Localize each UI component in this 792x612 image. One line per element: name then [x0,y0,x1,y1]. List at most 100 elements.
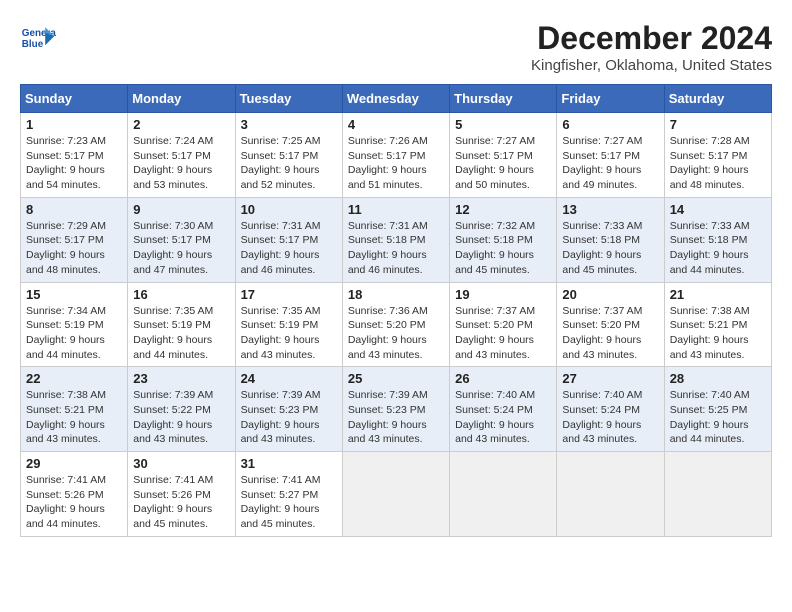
day-number: 19 [455,287,551,302]
day-detail: Sunrise: 7:37 AM Sunset: 5:20 PM Dayligh… [562,304,658,363]
header-row: SundayMondayTuesdayWednesdayThursdayFrid… [21,85,772,113]
calendar-cell: 20 Sunrise: 7:37 AM Sunset: 5:20 PM Dayli… [557,282,664,367]
day-detail: Sunrise: 7:35 AM Sunset: 5:19 PM Dayligh… [133,304,229,363]
day-detail: Sunrise: 7:40 AM Sunset: 5:25 PM Dayligh… [670,388,766,447]
day-number: 27 [562,371,658,386]
calendar-table: SundayMondayTuesdayWednesdayThursdayFrid… [20,84,772,537]
day-detail: Sunrise: 7:28 AM Sunset: 5:17 PM Dayligh… [670,134,766,193]
calendar-cell: 25 Sunrise: 7:39 AM Sunset: 5:23 PM Dayli… [342,367,449,452]
week-row-5: 29 Sunrise: 7:41 AM Sunset: 5:26 PM Dayli… [21,452,772,537]
calendar-cell [557,452,664,537]
calendar-body: 1Sunrise: 7:23 AM Sunset: 5:17 PM Daylig… [21,113,772,537]
day-detail: Sunrise: 7:41 AM Sunset: 5:27 PM Dayligh… [241,473,337,532]
day-number: 26 [455,371,551,386]
day-detail: Sunrise: 7:32 AM Sunset: 5:18 PM Dayligh… [455,219,551,278]
day-detail: Sunrise: 7:25 AM Sunset: 5:17 PM Dayligh… [241,134,337,193]
calendar-cell: 3 Sunrise: 7:25 AM Sunset: 5:17 PM Daylig… [235,113,342,198]
day-number: 25 [348,371,444,386]
day-detail: Sunrise: 7:29 AM Sunset: 5:17 PM Dayligh… [26,219,122,278]
day-number: 10 [241,202,337,217]
calendar-cell: 1Sunrise: 7:23 AM Sunset: 5:17 PM Daylig… [21,113,128,198]
day-number: 29 [26,456,122,471]
day-detail: Sunrise: 7:27 AM Sunset: 5:17 PM Dayligh… [562,134,658,193]
calendar-cell: 7 Sunrise: 7:28 AM Sunset: 5:17 PM Daylig… [664,113,771,198]
calendar-cell: 30 Sunrise: 7:41 AM Sunset: 5:26 PM Dayli… [128,452,235,537]
day-number: 28 [670,371,766,386]
day-detail: Sunrise: 7:39 AM Sunset: 5:23 PM Dayligh… [348,388,444,447]
col-header-monday: Monday [128,85,235,113]
day-detail: Sunrise: 7:36 AM Sunset: 5:20 PM Dayligh… [348,304,444,363]
calendar-cell: 31 Sunrise: 7:41 AM Sunset: 5:27 PM Dayli… [235,452,342,537]
day-detail: Sunrise: 7:41 AM Sunset: 5:26 PM Dayligh… [133,473,229,532]
day-detail: Sunrise: 7:23 AM Sunset: 5:17 PM Dayligh… [26,134,122,193]
day-detail: Sunrise: 7:39 AM Sunset: 5:23 PM Dayligh… [241,388,337,447]
calendar-cell [664,452,771,537]
day-detail: Sunrise: 7:38 AM Sunset: 5:21 PM Dayligh… [26,388,122,447]
day-number: 14 [670,202,766,217]
col-header-saturday: Saturday [664,85,771,113]
day-detail: Sunrise: 7:37 AM Sunset: 5:20 PM Dayligh… [455,304,551,363]
day-detail: Sunrise: 7:41 AM Sunset: 5:26 PM Dayligh… [26,473,122,532]
col-header-sunday: Sunday [21,85,128,113]
day-number: 9 [133,202,229,217]
calendar-cell: 11Sunrise: 7:31 AM Sunset: 5:18 PM Dayli… [342,197,449,282]
calendar-cell: 24Sunrise: 7:39 AM Sunset: 5:23 PM Dayli… [235,367,342,452]
calendar-cell: 21Sunrise: 7:38 AM Sunset: 5:21 PM Dayli… [664,282,771,367]
calendar-cell: 12 Sunrise: 7:32 AM Sunset: 5:18 PM Dayli… [450,197,557,282]
calendar-cell: 29 Sunrise: 7:41 AM Sunset: 5:26 PM Dayli… [21,452,128,537]
calendar-cell [450,452,557,537]
day-number: 23 [133,371,229,386]
day-number: 12 [455,202,551,217]
calendar-cell: 17Sunrise: 7:35 AM Sunset: 5:19 PM Dayli… [235,282,342,367]
day-detail: Sunrise: 7:24 AM Sunset: 5:17 PM Dayligh… [133,134,229,193]
calendar-cell: 10Sunrise: 7:31 AM Sunset: 5:17 PM Dayli… [235,197,342,282]
day-detail: Sunrise: 7:40 AM Sunset: 5:24 PM Dayligh… [562,388,658,447]
day-number: 31 [241,456,337,471]
calendar-cell: 22 Sunrise: 7:38 AM Sunset: 5:21 PM Dayli… [21,367,128,452]
subtitle: Kingfisher, Oklahoma, United States [531,57,772,74]
calendar-cell: 27 Sunrise: 7:40 AM Sunset: 5:24 PM Dayli… [557,367,664,452]
calendar-cell: 2 Sunrise: 7:24 AM Sunset: 5:17 PM Daylig… [128,113,235,198]
week-row-2: 8Sunrise: 7:29 AM Sunset: 5:17 PM Daylig… [21,197,772,282]
week-row-3: 15Sunrise: 7:34 AM Sunset: 5:19 PM Dayli… [21,282,772,367]
day-number: 2 [133,117,229,132]
calendar-cell: 8Sunrise: 7:29 AM Sunset: 5:17 PM Daylig… [21,197,128,282]
calendar-cell: 19 Sunrise: 7:37 AM Sunset: 5:20 PM Dayli… [450,282,557,367]
calendar-cell: 18 Sunrise: 7:36 AM Sunset: 5:20 PM Dayli… [342,282,449,367]
day-number: 22 [26,371,122,386]
day-number: 30 [133,456,229,471]
main-title: December 2024 [531,20,772,57]
day-detail: Sunrise: 7:40 AM Sunset: 5:24 PM Dayligh… [455,388,551,447]
calendar-cell: 28 Sunrise: 7:40 AM Sunset: 5:25 PM Dayli… [664,367,771,452]
calendar-cell: 6 Sunrise: 7:27 AM Sunset: 5:17 PM Daylig… [557,113,664,198]
calendar-cell: 5Sunrise: 7:27 AM Sunset: 5:17 PM Daylig… [450,113,557,198]
day-detail: Sunrise: 7:33 AM Sunset: 5:18 PM Dayligh… [562,219,658,278]
day-detail: Sunrise: 7:34 AM Sunset: 5:19 PM Dayligh… [26,304,122,363]
day-detail: Sunrise: 7:39 AM Sunset: 5:22 PM Dayligh… [133,388,229,447]
day-number: 4 [348,117,444,132]
col-header-wednesday: Wednesday [342,85,449,113]
col-header-thursday: Thursday [450,85,557,113]
week-row-1: 1Sunrise: 7:23 AM Sunset: 5:17 PM Daylig… [21,113,772,198]
day-detail: Sunrise: 7:38 AM Sunset: 5:21 PM Dayligh… [670,304,766,363]
day-number: 3 [241,117,337,132]
day-detail: Sunrise: 7:35 AM Sunset: 5:19 PM Dayligh… [241,304,337,363]
calendar-cell: 23 Sunrise: 7:39 AM Sunset: 5:22 PM Dayli… [128,367,235,452]
logo-icon: General Blue [20,20,56,56]
calendar-header: SundayMondayTuesdayWednesdayThursdayFrid… [21,85,772,113]
day-number: 20 [562,287,658,302]
calendar-cell: 4 Sunrise: 7:26 AM Sunset: 5:17 PM Daylig… [342,113,449,198]
day-detail: Sunrise: 7:26 AM Sunset: 5:17 PM Dayligh… [348,134,444,193]
day-detail: Sunrise: 7:27 AM Sunset: 5:17 PM Dayligh… [455,134,551,193]
day-number: 11 [348,202,444,217]
day-number: 6 [562,117,658,132]
day-number: 18 [348,287,444,302]
calendar-cell: 16 Sunrise: 7:35 AM Sunset: 5:19 PM Dayli… [128,282,235,367]
calendar-cell [342,452,449,537]
day-number: 16 [133,287,229,302]
week-row-4: 22 Sunrise: 7:38 AM Sunset: 5:21 PM Dayli… [21,367,772,452]
header: General Blue December 2024 Kingfisher, O… [20,20,772,74]
day-detail: Sunrise: 7:33 AM Sunset: 5:18 PM Dayligh… [670,219,766,278]
col-header-friday: Friday [557,85,664,113]
day-number: 7 [670,117,766,132]
